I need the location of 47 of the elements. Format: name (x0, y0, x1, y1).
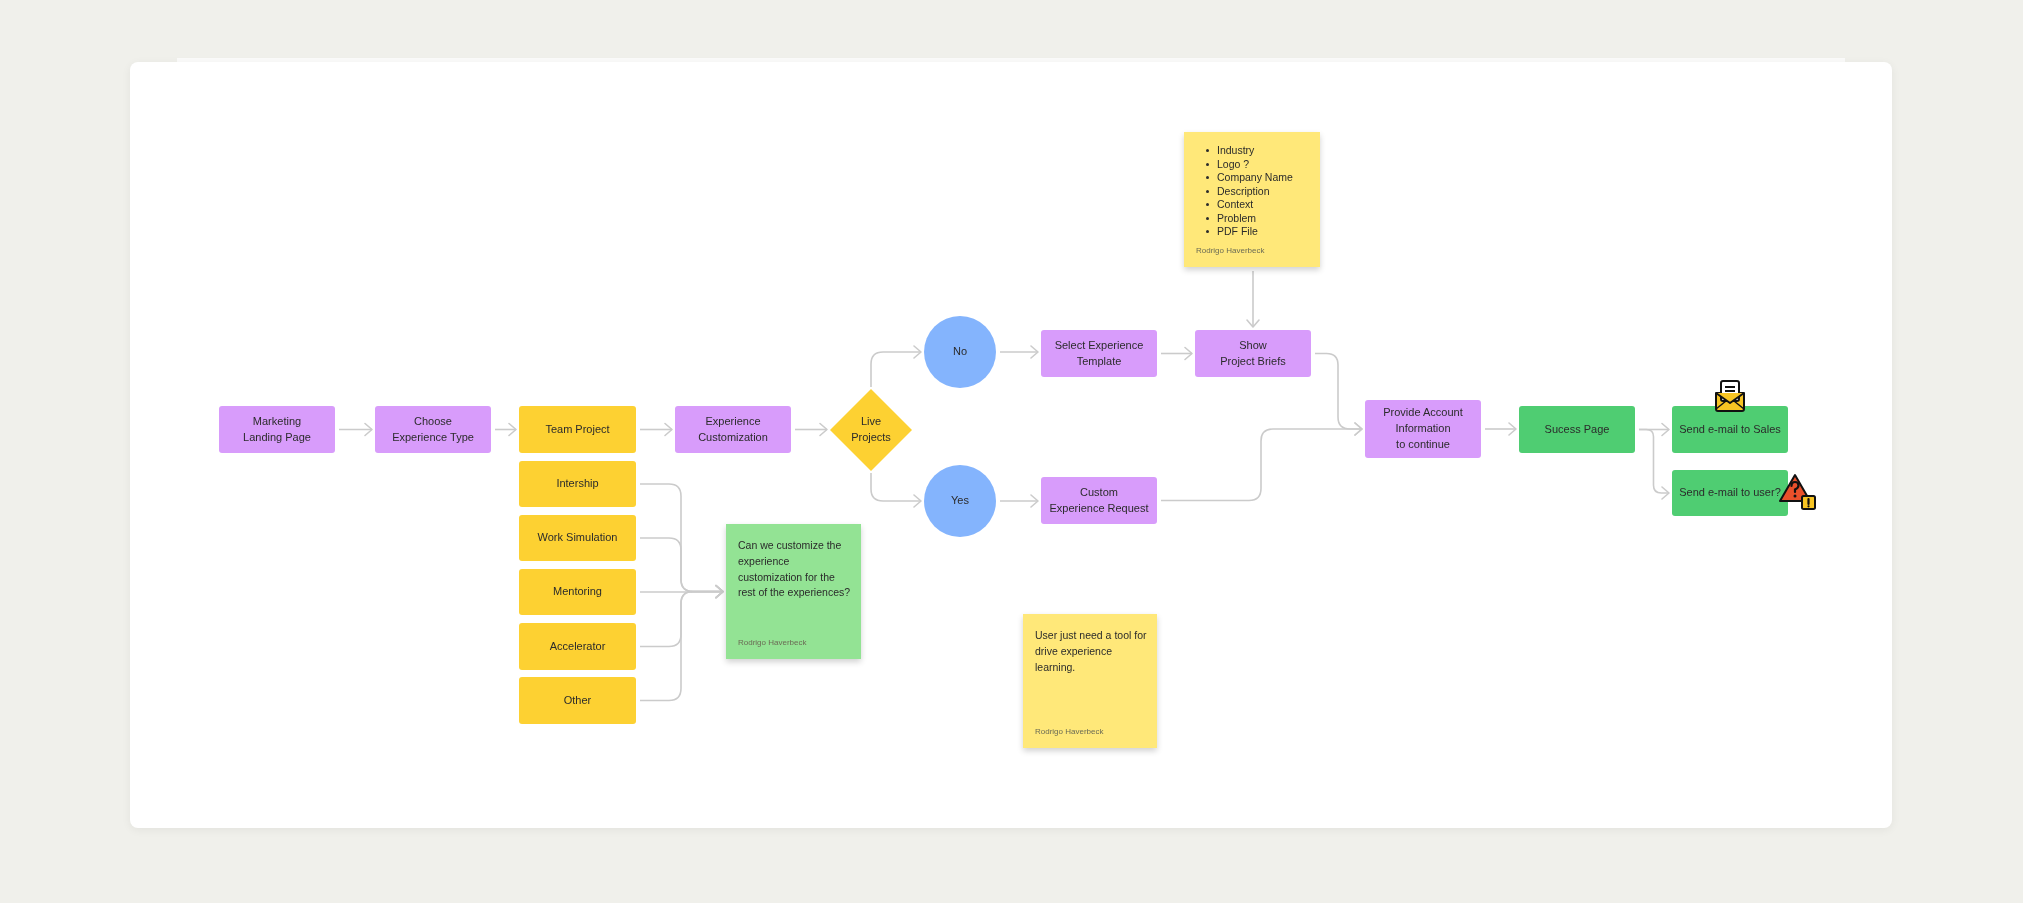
bullet-icon (1206, 216, 1209, 220)
note-text: User just need a tool for drive experience learning. (1035, 628, 1148, 675)
process-step: Experience Customization (675, 406, 791, 453)
option-step: Work Simulation (519, 515, 636, 561)
success-step: Send e-mail to user? (1672, 470, 1788, 516)
connector-arrow (1246, 270, 1260, 328)
list-item-text: Problem (1217, 211, 1257, 225)
option-step: Mentoring (519, 569, 636, 615)
note-author: Rodrigo Haverbeck (738, 638, 808, 647)
envelope-icon (1713, 379, 1747, 413)
connector-arrow (1484, 422, 1517, 436)
bullet-icon (1206, 203, 1209, 207)
option-step: Accelerator (519, 623, 636, 670)
option-step: Other (519, 677, 636, 724)
note-author: Rodrigo Haverbeck (1196, 246, 1266, 255)
connector-arrow (870, 345, 922, 388)
option-step: Team Project (519, 406, 636, 453)
process-step: Custom Experience Request (1041, 477, 1157, 524)
bullet-icon (1206, 230, 1209, 234)
bullet-icon (1206, 162, 1209, 166)
note-author: Rodrigo Haverbeck (1035, 727, 1105, 736)
list-item-text: Company Name (1217, 171, 1293, 185)
list-item-text: Context (1217, 198, 1254, 212)
list-item-text: Description (1217, 184, 1270, 198)
connector-arrow (999, 345, 1039, 359)
process-step: Select Experience Template (1041, 330, 1157, 377)
connector-arrow (870, 472, 922, 508)
process-step: Choose Experience Type (375, 406, 491, 453)
process-step: Marketing Landing Page (219, 406, 335, 453)
process-step: Provide Account Information to continue (1365, 400, 1481, 458)
bullet-icon (1206, 189, 1209, 193)
bullet-icon (1206, 176, 1209, 180)
connector-arrow (999, 494, 1039, 508)
bullet-icon (1206, 149, 1209, 153)
connector-arrow (1160, 346, 1193, 361)
success-step: Send e-mail to Sales (1672, 406, 1788, 453)
option-step: Intership (519, 461, 636, 507)
connector-arrow (794, 422, 828, 437)
connector-arrow (338, 422, 373, 437)
list-item-text: PDF File (1217, 225, 1258, 239)
connector-arrow (494, 422, 517, 437)
success-step: Sucess Page (1519, 406, 1635, 453)
note-text: Can we customize the experience customization for the rest of the experiences? (738, 538, 852, 601)
connector-arrow (639, 422, 673, 437)
process-step: Show Project Briefs (1195, 330, 1311, 377)
list-item-text: Industry (1217, 144, 1255, 158)
list-item-text: Logo ? (1217, 157, 1250, 171)
